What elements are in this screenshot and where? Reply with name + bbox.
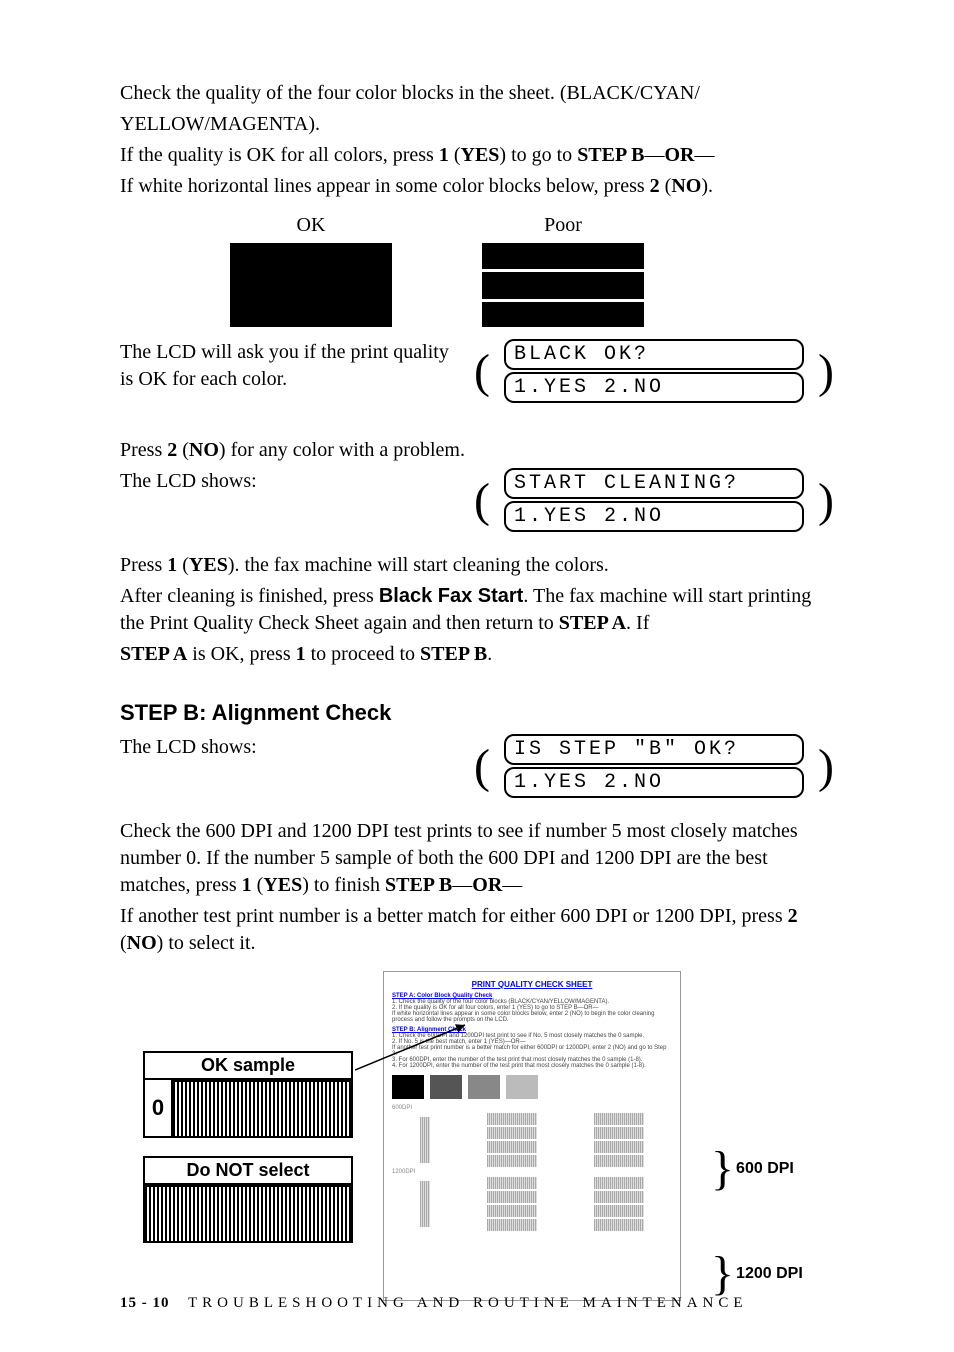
stripes-icon <box>145 1185 351 1241</box>
alignment-diagram: OK sample 0 Do NOT select PRINT QUALITY … <box>120 971 834 1301</box>
intro-line-3: If white horizontal lines appear in some… <box>120 173 834 200</box>
600-dpi-label: }600 DPI <box>711 1141 811 1196</box>
brace-right-icon: ) <box>818 350 834 394</box>
step-a-ok: STEP A is OK, press 1 to proceed to STEP… <box>120 641 834 668</box>
sheet-b5: 4. For 1200DPI, enter the number of the … <box>392 1063 672 1069</box>
step-b-heading: STEP B: Alignment Check <box>120 700 834 726</box>
poor-block <box>482 243 644 327</box>
sheet-title: PRINT QUALITY CHECK SHEET <box>392 980 672 989</box>
intro-line-1b: YELLOW/MAGENTA). <box>120 111 834 138</box>
sheet-b3: If another test print number is a better… <box>392 1045 672 1057</box>
do-not-select-panel: Do NOT select <box>143 1156 353 1243</box>
lcd-display-3: IS STEP "B" OK? 1.YES 2.NO <box>504 734 804 800</box>
poor-label: Poor <box>482 214 644 237</box>
print-quality-sheet: PRINT QUALITY CHECK SHEET STEP A: Color … <box>383 971 681 1301</box>
lcd-display-2: START CLEANING? 1.YES 2.NO <box>504 468 804 534</box>
sheet-a3: If white horizontal lines appear in some… <box>392 1011 672 1023</box>
lcd2-line2: 1.YES 2.NO <box>504 501 804 532</box>
page-number: 15 - 10 <box>120 1295 170 1311</box>
ok-sample-caption: OK sample <box>145 1053 351 1080</box>
lcd1-line2: 1.YES 2.NO <box>504 372 804 403</box>
ok-sample-panel: OK sample 0 <box>143 1051 353 1138</box>
ok-block <box>230 243 392 327</box>
check-dpi-2: If another test print number is a better… <box>120 903 834 957</box>
lcd-intro-text: The LCD will ask you if the print qualit… <box>120 339 460 393</box>
lcd1-line1: BLACK OK? <box>504 339 804 370</box>
lcd2-line1: START CLEANING? <box>504 468 804 499</box>
press-1-yes: Press 1 (YES). the fax machine will star… <box>120 552 834 579</box>
sample-zero: 0 <box>145 1080 173 1136</box>
do-not-caption: Do NOT select <box>145 1158 351 1185</box>
footer-title: TROUBLESHOOTING AND ROUTINE MAINTENANCE <box>188 1295 748 1311</box>
stripes-icon <box>173 1080 351 1136</box>
quality-samples: OK Poor <box>230 214 834 327</box>
lcd3-line2: 1.YES 2.NO <box>504 767 804 798</box>
intro-line-1: Check the quality of the four color bloc… <box>120 80 834 107</box>
page-footer: 15 - 10 TROUBLESHOOTING AND ROUTINE MAIN… <box>120 1295 748 1312</box>
four-color-blocks <box>392 1075 672 1099</box>
intro-line-2: If the quality is OK for all colors, pre… <box>120 142 834 169</box>
brace-right-icon: ) <box>818 479 834 523</box>
lcd-shows-1: The LCD shows: <box>120 468 460 495</box>
lcd-shows-2: The LCD shows: <box>120 734 460 761</box>
press-2-no: Press 2 (NO) for any color with a proble… <box>120 437 834 464</box>
check-dpi: Check the 600 DPI and 1200 DPI test prin… <box>120 818 834 899</box>
brace-left-icon: ( <box>474 479 490 523</box>
brace-left-icon: ( <box>474 745 490 789</box>
after-cleaning: After cleaning is finished, press Black … <box>120 583 834 637</box>
ok-label: OK <box>230 214 392 237</box>
lcd-display-1: BLACK OK? 1.YES 2.NO <box>504 339 804 405</box>
lcd3-line1: IS STEP "B" OK? <box>504 734 804 765</box>
1200-dpi-label: }1200 DPI <box>711 1246 811 1301</box>
brace-right-icon: ) <box>818 745 834 789</box>
brace-left-icon: ( <box>474 350 490 394</box>
